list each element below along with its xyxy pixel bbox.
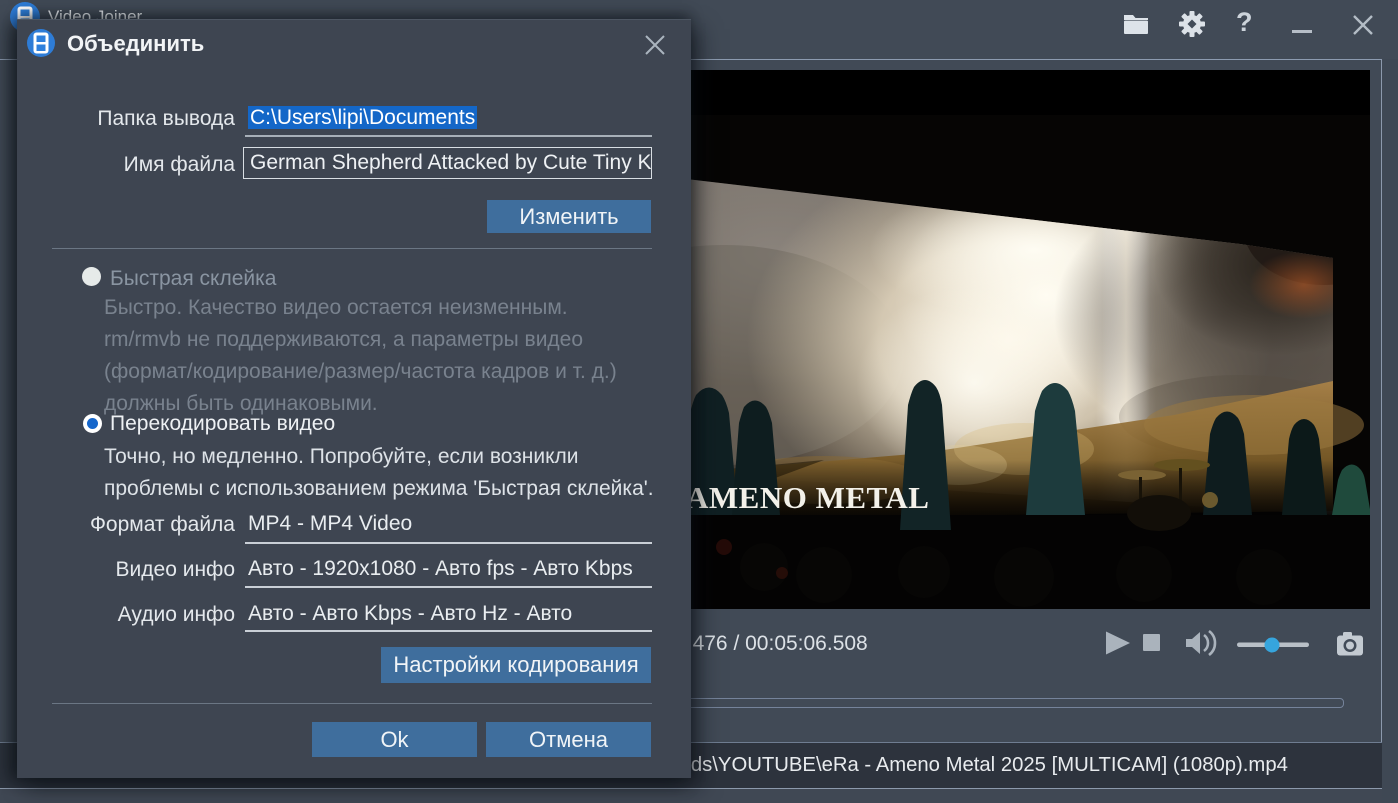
svg-text:AMENO METAL: AMENO METAL bbox=[686, 480, 929, 515]
